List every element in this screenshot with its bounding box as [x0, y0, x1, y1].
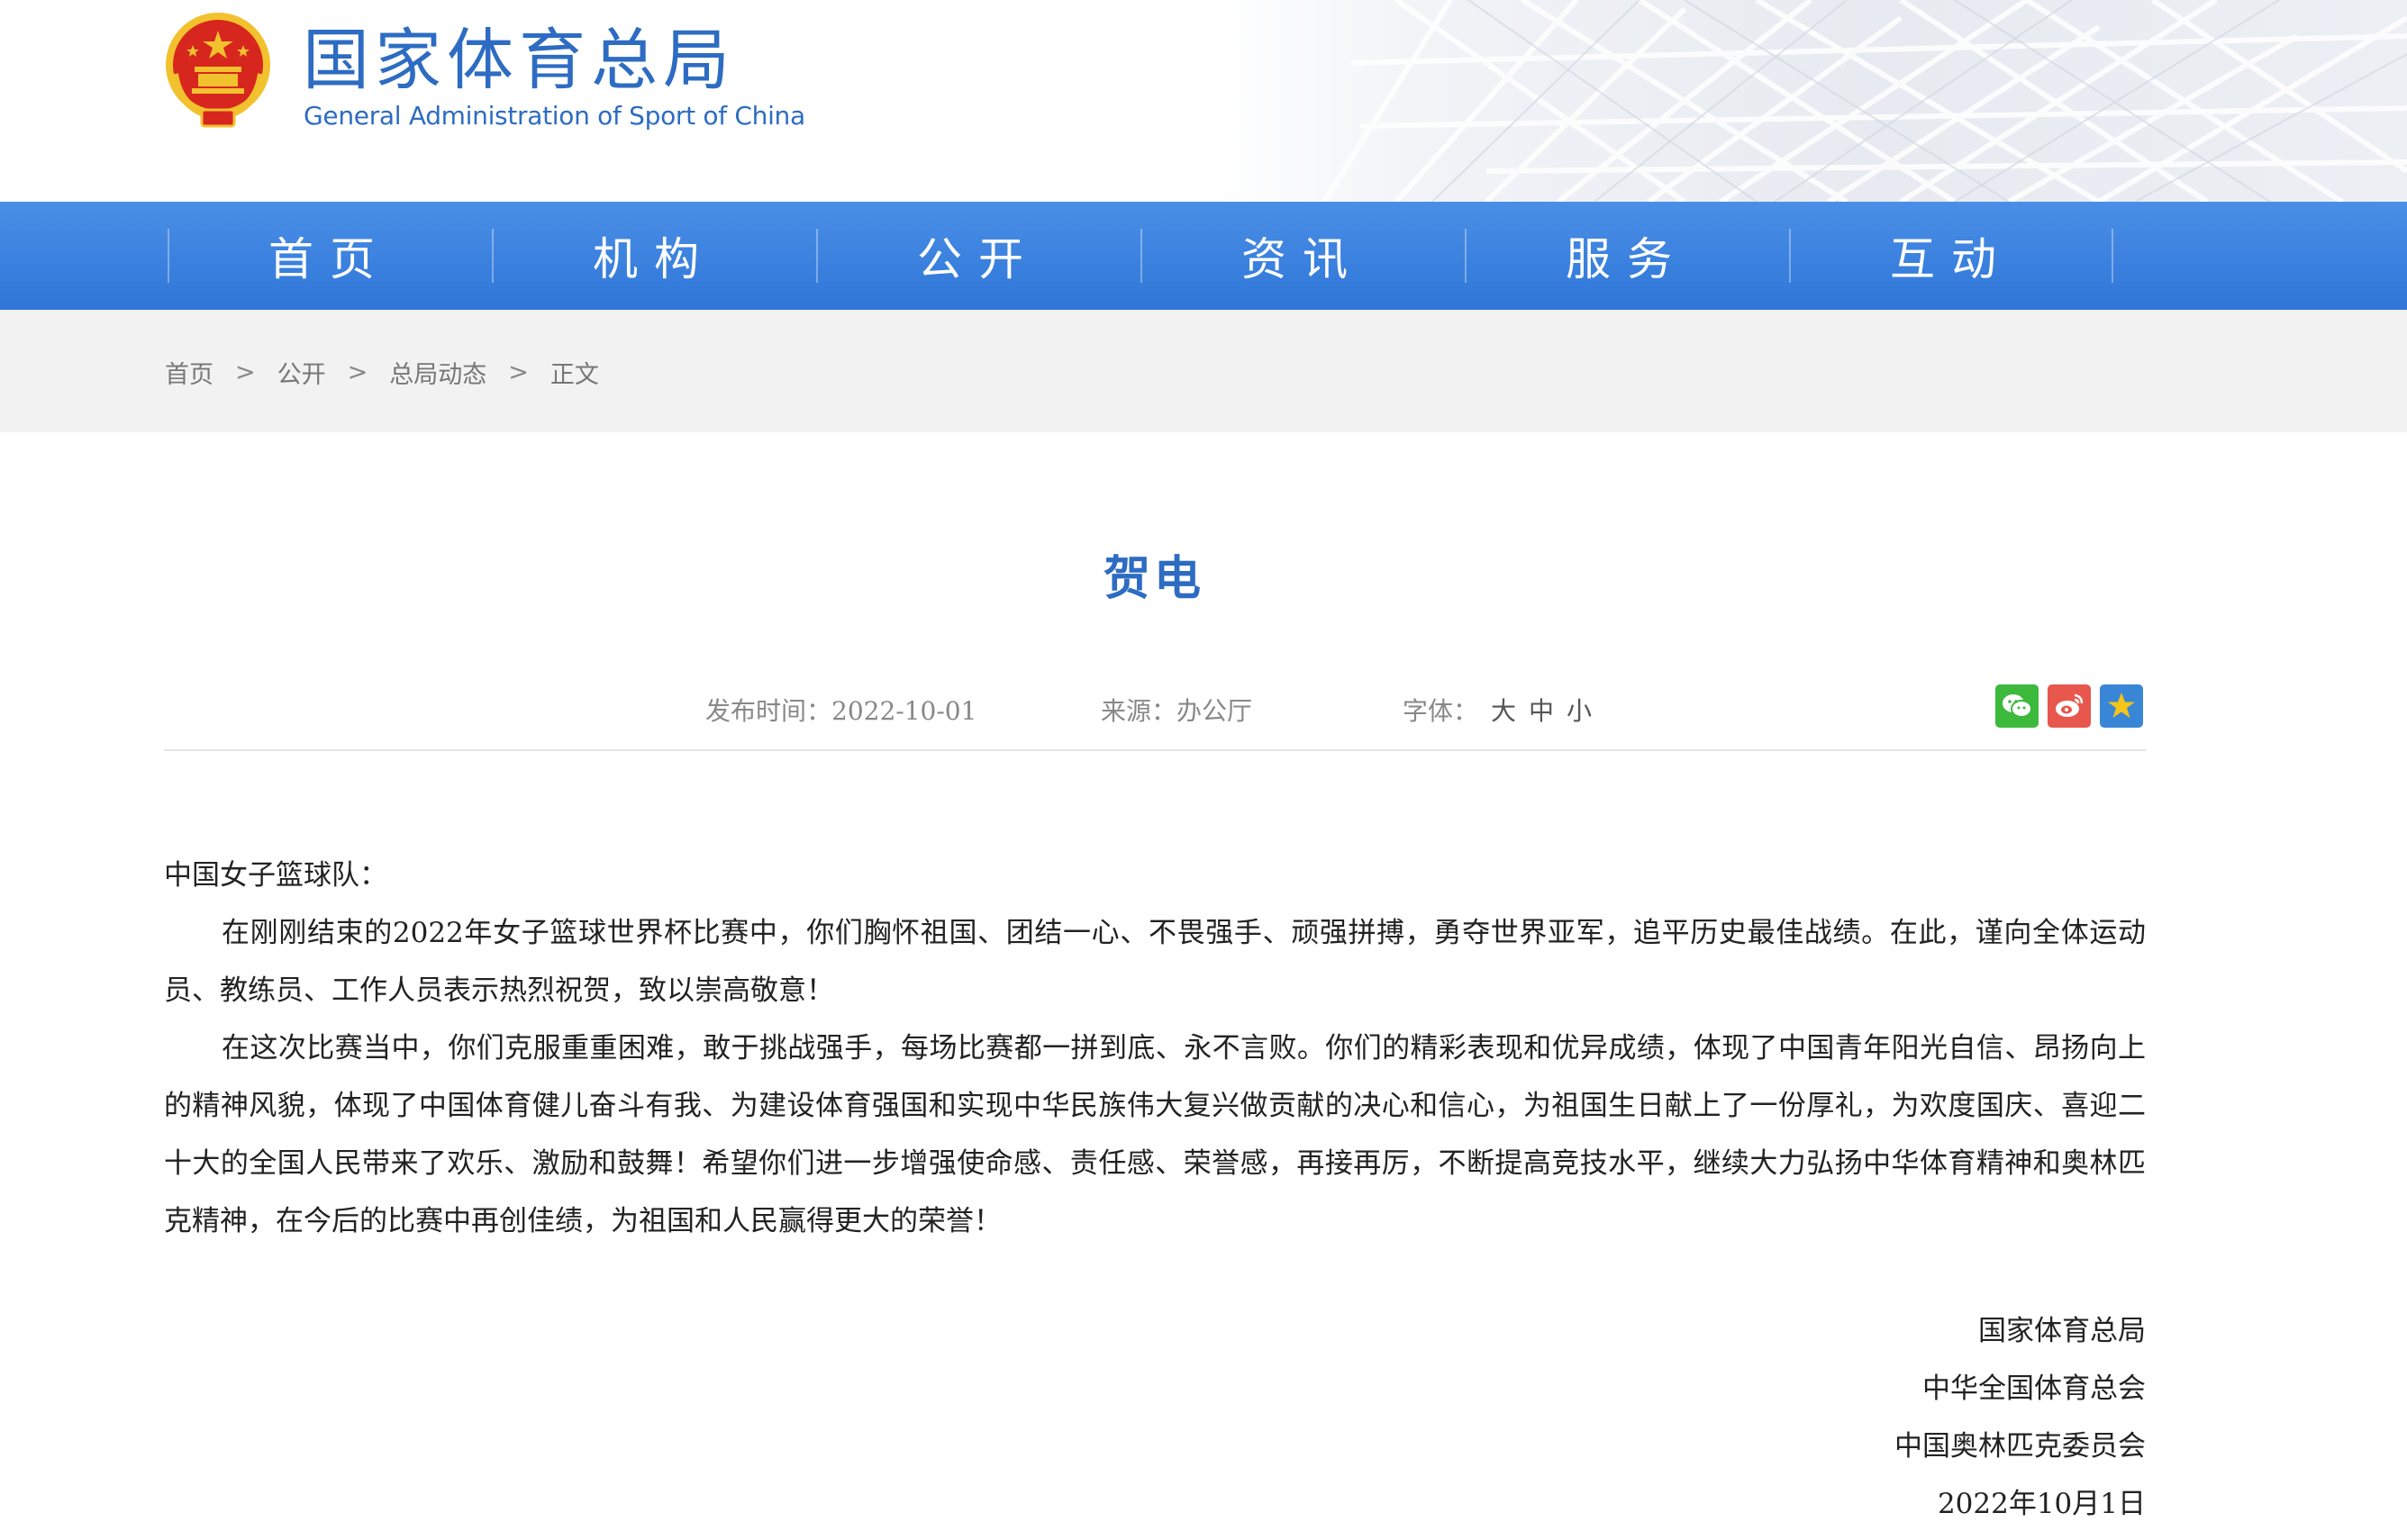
nav-item-public[interactable]: 公开	[816, 202, 1140, 310]
main-nav: 首页 机构 公开 资讯 服务 互动	[0, 202, 2407, 310]
site-title[interactable]: 国家体育总局	[303, 20, 735, 101]
share-buttons	[1995, 684, 2143, 728]
site-header: 国家体育总局 General Administration of Sport o…	[0, 0, 2407, 202]
birds-nest-stadium-banner	[1216, 0, 2407, 202]
signature-block: 国家体育总局 中华全国体育总会 中国奥林匹克委员会 2022年10月1日	[1894, 1302, 2146, 1533]
meta-divider	[164, 749, 2146, 751]
breadcrumb-current: 正文	[550, 361, 599, 389]
breadcrumb: 首页 > 公开 > 总局动态 > 正文	[165, 355, 599, 390]
salutation: 中国女子篮球队：	[164, 859, 387, 892]
signature-line: 中华全国体育总会	[1922, 1372, 2146, 1405]
favorite-star-icon[interactable]	[2100, 684, 2143, 728]
article-source: 来源：办公厅	[1101, 696, 1253, 726]
wechat-icon[interactable]	[1995, 684, 2039, 728]
nav-item-interaction[interactable]: 互动	[1789, 202, 2113, 310]
breadcrumb-public[interactable]: 公开	[277, 355, 326, 390]
article-title: 贺电	[1103, 551, 1204, 606]
font-size-small[interactable]: 小	[1567, 696, 1592, 726]
site-title-english[interactable]: General Administration of Sport of China	[304, 101, 805, 131]
signature-line: 国家体育总局	[1978, 1315, 2146, 1347]
weibo-icon[interactable]	[2048, 684, 2091, 728]
nav-item-news[interactable]: 资讯	[1140, 202, 1465, 310]
body-paragraph: 在刚刚结束的2022年女子篮球世界杯比赛中，你们胸怀祖国、团结一心、不畏强手、顽…	[164, 917, 2146, 1007]
font-size-large[interactable]: 大	[1491, 696, 1516, 726]
font-size-label: 字体：	[1403, 696, 1479, 726]
breadcrumb-separator: >	[508, 358, 529, 386]
body-paragraph: 在这次比赛当中，你们克服重重困难，敢于挑战强手，每场比赛都一拼到底、永不言败。你…	[164, 1032, 2146, 1237]
nav-item-home[interactable]: 首页	[168, 202, 492, 310]
breadcrumb-news[interactable]: 总局动态	[389, 355, 486, 390]
breadcrumb-separator: >	[347, 358, 368, 386]
signature-line: 中国奥林匹克委员会	[1894, 1430, 2146, 1463]
publish-date: 发布时间：2022-10-01	[705, 696, 977, 726]
breadcrumb-separator: >	[235, 358, 256, 386]
font-size-control: 字体： 大中小	[1403, 692, 1592, 728]
breadcrumb-home[interactable]: 首页	[165, 355, 213, 390]
nav-item-organization[interactable]: 机构	[492, 202, 816, 310]
font-size-medium[interactable]: 中	[1529, 696, 1554, 726]
breadcrumb-bar: 首页 > 公开 > 总局动态 > 正文	[0, 310, 2407, 432]
signature-date: 2022年10月1日	[1937, 1488, 2146, 1520]
national-emblem-logo[interactable]	[162, 11, 275, 128]
nav-item-services[interactable]: 服务	[1465, 202, 1789, 310]
article-body: 中国女子篮球队： 在刚刚结束的2022年女子篮球世界杯比赛中，你们胸怀祖国、团结…	[164, 847, 2146, 1250]
